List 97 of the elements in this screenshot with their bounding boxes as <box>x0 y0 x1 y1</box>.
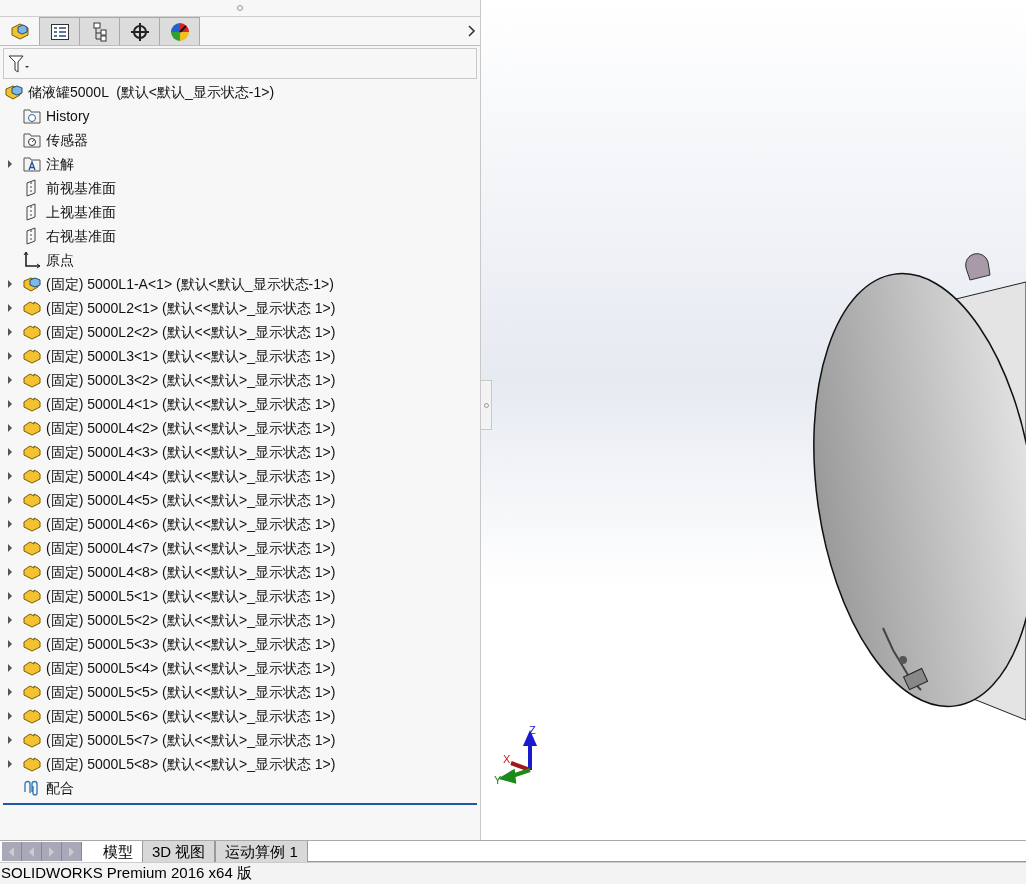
expander-arrow[interactable] <box>8 712 12 720</box>
plane-icon <box>25 227 39 245</box>
part-tree-icon <box>9 22 30 40</box>
tree-item[interactable]: (固定) 5000L4<1> (默认<<默认>_显示状态 1>) <box>46 393 336 415</box>
expander-arrow[interactable] <box>8 688 12 696</box>
tree-item[interactable]: 注解 <box>46 153 74 175</box>
tree-item[interactable]: History <box>46 105 90 127</box>
chevron-right-icon[interactable] <box>468 25 476 37</box>
tree-item[interactable]: (固定) 5000L5<2> (默认<<默认>_显示状态 1>) <box>46 609 336 631</box>
tree-item[interactable]: (固定) 5000L4<2> (默认<<默认>_显示状态 1>) <box>46 417 336 439</box>
part-icon <box>23 420 41 436</box>
filter-icon <box>8 53 30 74</box>
crosshair-icon <box>129 21 150 42</box>
tree-item[interactable]: (固定) 5000L3<1> (默认<<默认>_显示状态 1>) <box>46 345 336 367</box>
panel-tab[interactable] <box>40 17 80 45</box>
part-icon <box>23 468 41 484</box>
part-icon <box>23 660 41 676</box>
part-icon <box>23 372 41 388</box>
expander-arrow[interactable] <box>8 280 12 288</box>
tree-item[interactable]: 原点 <box>46 249 74 271</box>
part-icon <box>23 732 41 748</box>
expander-arrow[interactable] <box>8 496 12 504</box>
assembly-icon <box>23 276 41 292</box>
part-icon <box>23 492 41 508</box>
tree-item[interactable]: 传感器 <box>46 129 88 151</box>
part-icon <box>23 396 41 412</box>
splitter-handle[interactable] <box>481 380 492 430</box>
expander-arrow[interactable] <box>8 592 12 600</box>
part-icon <box>23 516 41 532</box>
tree-item[interactable]: (固定) 5000L5<6> (默认<<默认>_显示状态 1>) <box>46 705 336 727</box>
tree-item[interactable]: (固定) 5000L3<2> (默认<<默认>_显示状态 1>) <box>46 369 336 391</box>
expander-arrow[interactable] <box>8 352 12 360</box>
part-icon <box>23 588 41 604</box>
property-list-icon <box>49 22 70 41</box>
origin-icon <box>23 251 41 269</box>
tree-item[interactable]: (固定) 5000L2<2> (默认<<默认>_显示状态 1>) <box>46 321 336 343</box>
expander-arrow[interactable] <box>8 328 12 336</box>
sensor-folder-icon <box>23 132 41 148</box>
expander-arrow[interactable] <box>8 664 12 672</box>
expander-arrow[interactable] <box>8 448 12 456</box>
tree-item[interactable]: (固定) 5000L4<5> (默认<<默认>_显示状态 1>) <box>46 489 336 511</box>
tree-item[interactable]: 上视基准面 <box>46 201 116 223</box>
configuration-icon <box>91 21 108 42</box>
assembly-icon <box>5 84 23 100</box>
expander-arrow[interactable] <box>8 760 12 768</box>
expander-arrow[interactable] <box>8 304 12 312</box>
tree-item[interactable]: (固定) 5000L5<4> (默认<<默认>_显示状态 1>) <box>46 657 336 679</box>
expander-arrow[interactable] <box>8 424 12 432</box>
tree-item[interactable]: (固定) 5000L5<7> (默认<<默认>_显示状态 1>) <box>46 729 336 751</box>
tree-item[interactable]: (固定) 5000L4<6> (默认<<默认>_显示状态 1>) <box>46 513 336 535</box>
part-icon <box>23 540 41 556</box>
bottom-tab[interactable]: 3D 视图 <box>142 841 216 862</box>
part-icon <box>23 612 41 628</box>
part-icon <box>23 324 41 340</box>
filter-field[interactable] <box>3 48 477 79</box>
expander-arrow[interactable] <box>8 160 12 168</box>
history-folder-icon <box>23 108 41 124</box>
tree-item[interactable]: (固定) 5000L5<1> (默认<<默认>_显示状态 1>) <box>46 585 336 607</box>
tree-item[interactable]: (固定) 5000L5<5> (默认<<默认>_显示状态 1>) <box>46 681 336 703</box>
expander-arrow[interactable] <box>8 472 12 480</box>
part-icon <box>23 756 41 772</box>
tree-item[interactable]: (固定) 5000L2<1> (默认<<默认>_显示状态 1>) <box>46 297 336 319</box>
tree-item[interactable]: (固定) 5000L5<3> (默认<<默认>_显示状态 1>) <box>46 633 336 655</box>
tree-item[interactable]: 前视基准面 <box>46 177 116 199</box>
tree-item[interactable]: (固定) 5000L4<3> (默认<<默认>_显示状态 1>) <box>46 441 336 463</box>
part-icon <box>23 444 41 460</box>
expander-arrow[interactable] <box>8 400 12 408</box>
tree-item[interactable]: 配合 <box>46 777 74 799</box>
expander-arrow[interactable] <box>8 736 12 744</box>
plane-icon <box>25 203 39 221</box>
tree-item[interactable]: (固定) 5000L4<4> (默认<<默认>_显示状态 1>) <box>46 465 336 487</box>
tree-item[interactable]: (固定) 5000L4<8> (默认<<默认>_显示状态 1>) <box>46 561 336 583</box>
paperclip-icon <box>23 780 41 796</box>
tree-item[interactable]: (固定) 5000L5<8> (默认<<默认>_显示状态 1>) <box>46 753 336 775</box>
status-text: SOLIDWORKS Premium 2016 x64 版 <box>0 863 252 884</box>
part-icon <box>23 684 41 700</box>
plane-icon <box>25 179 39 197</box>
part-icon <box>23 300 41 316</box>
tree-item[interactable]: (固定) 5000L1-A<1> (默认<默认_显示状态-1>) <box>46 273 334 295</box>
part-icon <box>23 348 41 364</box>
part-icon <box>23 564 41 580</box>
panel-tab[interactable] <box>120 17 160 45</box>
expander-arrow[interactable] <box>8 544 12 552</box>
tree-item[interactable]: 右视基准面 <box>46 225 116 247</box>
panel-tab[interactable] <box>80 17 120 45</box>
expander-arrow[interactable] <box>8 568 12 576</box>
part-icon <box>23 708 41 724</box>
expander-arrow[interactable] <box>8 616 12 624</box>
part-icon <box>23 636 41 652</box>
annotation-folder-icon <box>23 156 41 172</box>
color-wheel-icon <box>169 21 190 42</box>
tree-item[interactable]: (固定) 5000L4<7> (默认<<默认>_显示状态 1>) <box>46 537 336 559</box>
expander-arrow[interactable] <box>8 520 12 528</box>
expander-arrow[interactable] <box>8 640 12 648</box>
expander-arrow[interactable] <box>8 376 12 384</box>
bottom-tab[interactable]: 运动算例 1 <box>215 841 308 862</box>
tree-item[interactable]: 储液罐5000L (默认<默认_显示状态-1>) <box>28 81 275 103</box>
